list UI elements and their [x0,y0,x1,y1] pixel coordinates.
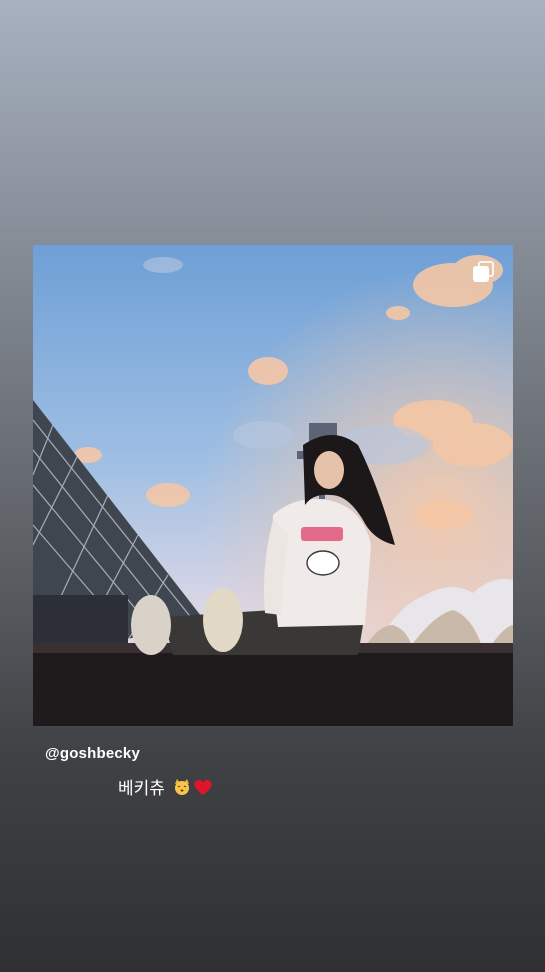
story-view: @goshbecky 베키츄 [0,0,545,972]
multiple-photos-icon [473,261,495,283]
story-caption: 베키츄 [118,774,213,799]
shared-post-photo[interactable] [33,245,513,726]
photo-image [33,245,513,726]
mention-username[interactable]: @goshbecky [45,745,140,762]
caption-text: 베키츄 [118,779,165,798]
kissing-cat-emoji [174,778,189,795]
red-heart-emoji [194,779,212,795]
caption-emojis [173,778,213,796]
